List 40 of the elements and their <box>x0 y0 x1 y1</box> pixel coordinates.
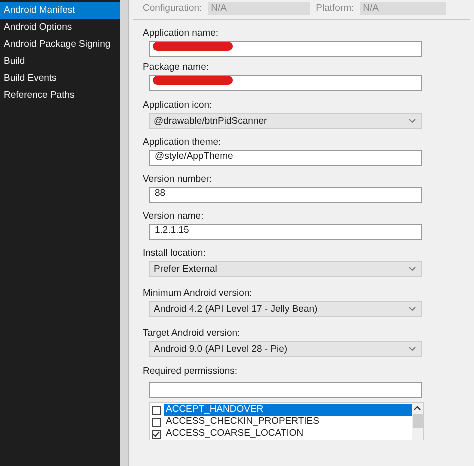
dropdown[interactable]: Android 9.0 (API Level 28 - Pie) <box>149 341 422 357</box>
checkbox[interactable] <box>152 418 161 426</box>
field-label: Application name: <box>142 28 220 39</box>
scrollbar[interactable] <box>412 403 423 440</box>
field-label: Minimum Android version: <box>142 288 254 299</box>
input-field[interactable]: 1.2.1.15 <box>149 224 422 240</box>
field-label: Target Android version: <box>142 328 242 339</box>
sidebar-item[interactable]: Android Options <box>0 19 120 36</box>
sidebar-item[interactable]: Android Package Signing <box>0 36 120 53</box>
chevron-down-icon <box>409 119 416 123</box>
platform-label: Platform: <box>316 3 354 14</box>
sidebar-item[interactable]: Build <box>0 53 120 70</box>
checkbox[interactable] <box>152 406 161 414</box>
input-field[interactable]: @style/AppTheme <box>149 150 422 166</box>
input-field[interactable] <box>149 75 422 91</box>
field-label: Package name: <box>142 62 210 73</box>
checkbox[interactable] <box>152 430 161 438</box>
permission-item[interactable]: ACCESS_CHECKIN_PROPERTIES <box>164 416 412 428</box>
search-field[interactable] <box>149 382 422 398</box>
input-field[interactable] <box>149 41 422 57</box>
field-label: Application icon: <box>142 100 214 111</box>
field-label: Version number: <box>142 174 214 185</box>
chevron-down-icon <box>409 307 416 311</box>
chevron-down-icon <box>409 267 416 271</box>
field-label: Version name: <box>142 211 205 222</box>
input-field[interactable]: 88 <box>149 187 422 203</box>
sidebar-item[interactable]: Build Events <box>0 70 120 87</box>
permission-item[interactable]: ACCEPT_HANDOVER <box>164 404 412 416</box>
sidebar-item[interactable]: Android Manifest <box>0 2 120 19</box>
permission-item[interactable]: ACCESS_COARSE_LOCATION <box>164 428 412 440</box>
scroll-up-icon[interactable] <box>414 406 421 411</box>
chevron-down-icon <box>409 347 416 351</box>
dropdown[interactable]: Android 4.2 (API Level 17 - Jelly Bean) <box>149 301 422 317</box>
dropdown[interactable]: Prefer External <box>149 261 422 277</box>
dropdown[interactable]: @drawable/btnPidScanner <box>149 113 422 129</box>
sidebar-item[interactable]: Reference Paths <box>0 87 120 104</box>
field-label: Application theme: <box>142 137 222 148</box>
field-label: Install location: <box>142 248 207 259</box>
configuration-label: Configuration: <box>143 3 202 14</box>
field-label: Required permissions: <box>142 366 239 377</box>
